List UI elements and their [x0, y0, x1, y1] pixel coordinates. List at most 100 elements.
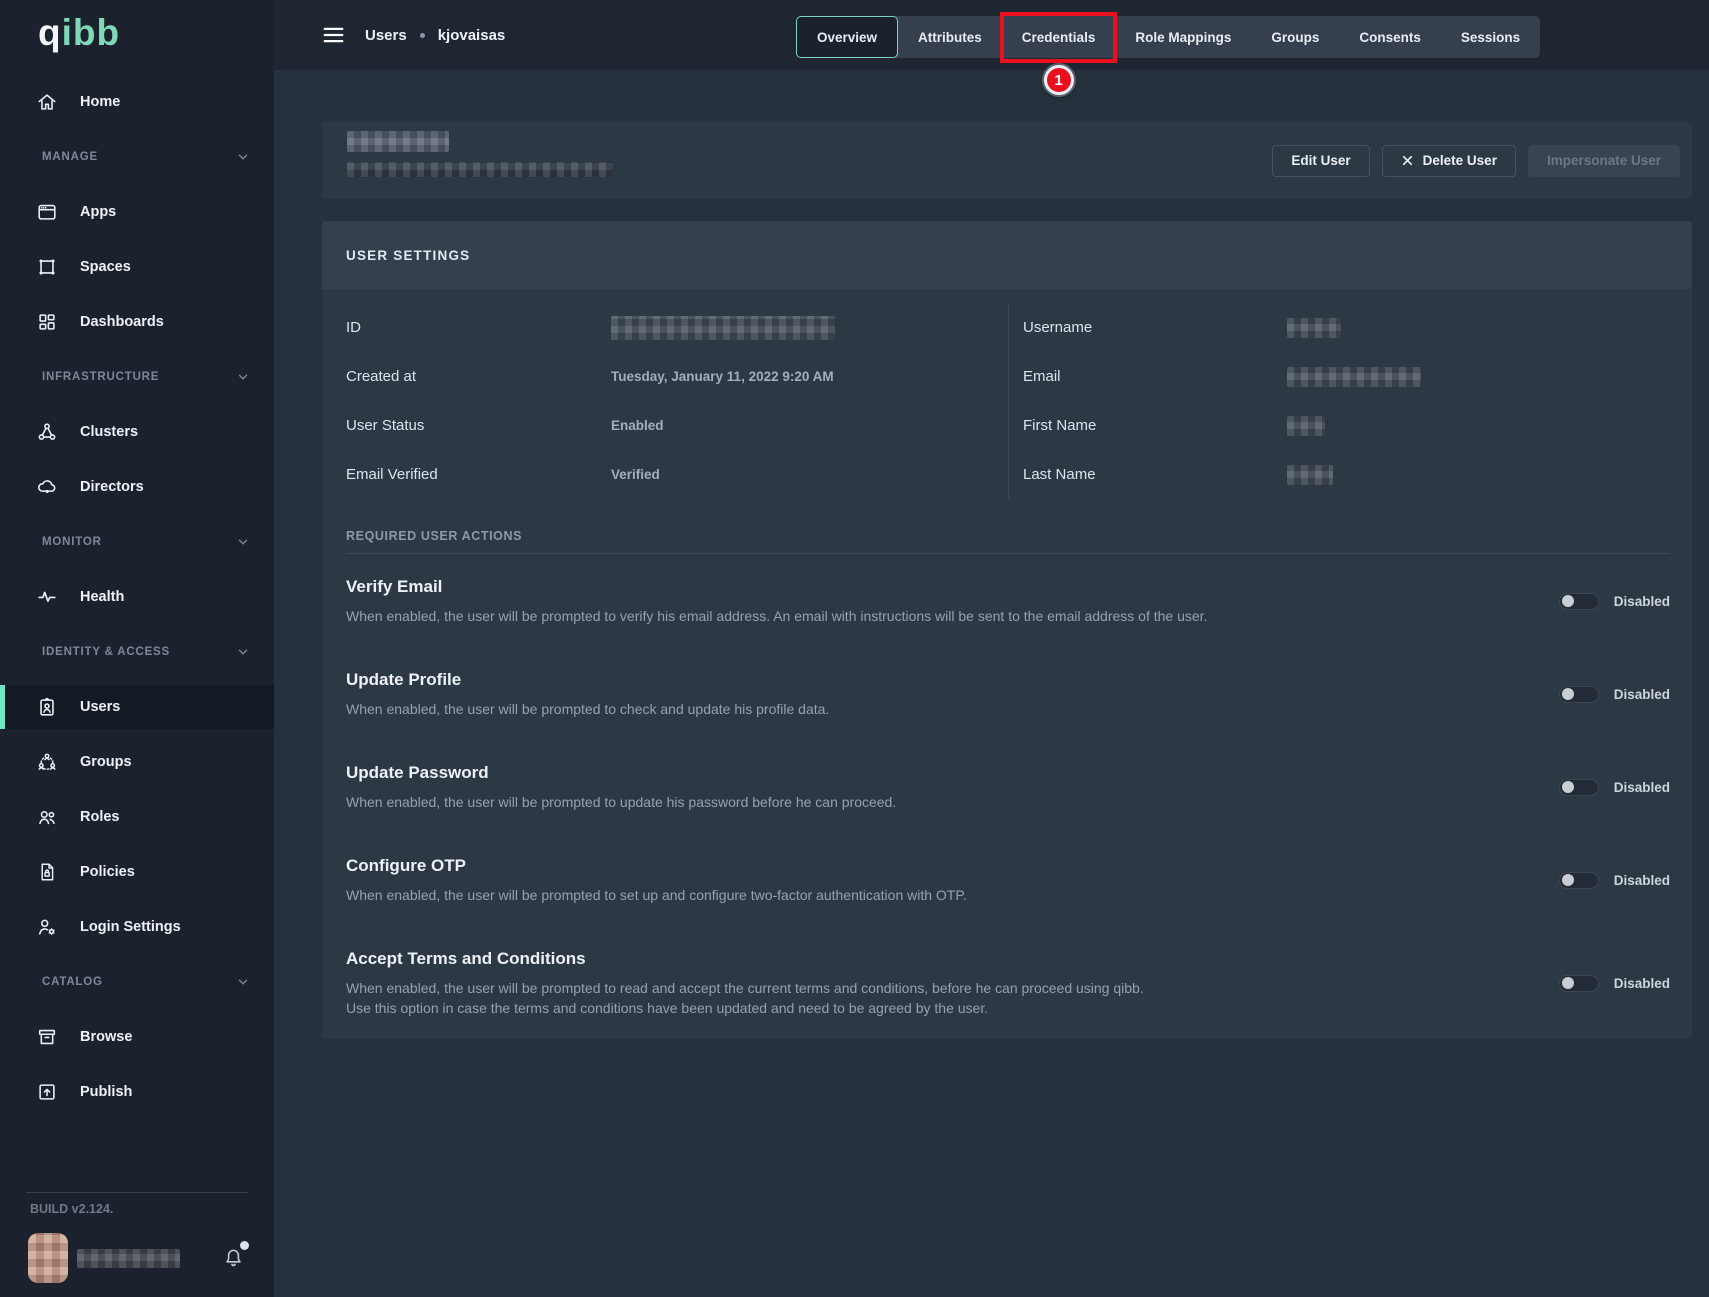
sidebar-section-monitor[interactable]: MONITOR: [0, 520, 274, 564]
roles-icon: [36, 806, 58, 828]
sidebar-item-browse[interactable]: Browse: [0, 1015, 274, 1059]
action-update-password: Update Password When enabled, the user w…: [346, 763, 1670, 811]
field-row-username: Username: [1009, 303, 1692, 352]
avatar[interactable]: [28, 1233, 68, 1283]
tab-groups[interactable]: Groups: [1251, 16, 1339, 58]
sidebar-item-spaces[interactable]: Spaces: [0, 245, 274, 289]
spaces-icon: [36, 256, 58, 278]
sidebar-item-label: Spaces: [80, 259, 131, 275]
sidebar: qibb Home MANAGE Apps Spaces Dashboards …: [0, 0, 274, 1297]
breadcrumb-current: kjovaisas: [438, 27, 506, 44]
verify-email-toggle[interactable]: Disabled: [1559, 593, 1670, 610]
sidebar-section-identity-access[interactable]: IDENTITY & ACCESS: [0, 630, 274, 674]
impersonate-user-button[interactable]: Impersonate User: [1528, 145, 1680, 177]
action-configure-otp: Configure OTP When enabled, the user wil…: [346, 856, 1670, 904]
settings-column-right: Username Email First Name Last Name: [1008, 303, 1692, 499]
field-label: Email Verified: [346, 466, 611, 483]
tab-credentials[interactable]: Credentials 1: [1002, 16, 1116, 58]
menu-hamburger-icon[interactable]: [323, 26, 344, 44]
toggle-state-label: Disabled: [1614, 873, 1670, 888]
tab-consents[interactable]: Consents: [1339, 16, 1441, 58]
field-row-email: Email: [1009, 352, 1692, 401]
field-label: First Name: [1023, 417, 1287, 434]
toggle-switch-off[interactable]: [1559, 593, 1599, 610]
sidebar-item-roles[interactable]: Roles: [0, 795, 274, 839]
action-update-profile: Update Profile When enabled, the user wi…: [346, 670, 1670, 718]
apps-icon: [36, 201, 58, 223]
sidebar-item-label: Policies: [80, 864, 135, 880]
logo-letter-q: q: [38, 12, 62, 53]
panel-header: USER SETTINGS: [322, 221, 1692, 289]
field-value-last-name-redacted: [1287, 465, 1333, 485]
topbar: Users kjovaisas Overview Attributes Cred…: [274, 0, 1709, 70]
tab-sessions[interactable]: Sessions: [1441, 16, 1540, 58]
field-value: Tuesday, January 11, 2022 9:20 AM: [611, 369, 834, 384]
edit-user-button[interactable]: Edit User: [1272, 145, 1369, 177]
tab-label: Overview: [817, 30, 877, 45]
sidebar-item-clusters[interactable]: Clusters: [0, 410, 274, 454]
configure-otp-toggle[interactable]: Disabled: [1559, 872, 1670, 889]
sidebar-item-policies[interactable]: Policies: [0, 850, 274, 894]
toggle-knob: [1562, 874, 1574, 886]
action-title: Configure OTP: [346, 856, 967, 876]
toggle-switch-off[interactable]: [1559, 975, 1599, 992]
button-label: Impersonate User: [1547, 153, 1661, 168]
sidebar-item-publish[interactable]: Publish: [0, 1070, 274, 1114]
chevron-down-icon: [236, 975, 250, 989]
update-profile-toggle[interactable]: Disabled: [1559, 686, 1670, 703]
field-value-username-redacted: [1287, 318, 1341, 338]
accept-terms-toggle[interactable]: Disabled: [1559, 975, 1670, 992]
qibb-logo[interactable]: qibb: [0, 0, 274, 54]
breadcrumb-users-link[interactable]: Users: [365, 27, 407, 44]
toggle-switch-off[interactable]: [1559, 872, 1599, 889]
panel-title: USER SETTINGS: [346, 248, 470, 263]
sidebar-item-directors[interactable]: Directors: [0, 465, 274, 509]
notifications-bell-icon[interactable]: [221, 1245, 246, 1272]
update-password-toggle[interactable]: Disabled: [1559, 779, 1670, 796]
sidebar-item-groups[interactable]: Groups: [0, 740, 274, 784]
sidebar-item-apps[interactable]: Apps: [0, 190, 274, 234]
sidebar-section-infrastructure[interactable]: INFRASTRUCTURE: [0, 355, 274, 399]
sidebar-section-manage[interactable]: MANAGE: [0, 135, 274, 179]
annotation-step-badge: 1: [1044, 65, 1074, 95]
sidebar-item-home[interactable]: Home: [0, 80, 274, 124]
section-label: CATALOG: [42, 976, 103, 988]
section-label: INFRASTRUCTURE: [42, 371, 159, 383]
sidebar-section-catalog[interactable]: CATALOG: [0, 960, 274, 1004]
current-user-chip[interactable]: [28, 1233, 246, 1283]
sidebar-item-health[interactable]: Health: [0, 575, 274, 619]
chevron-down-icon: [236, 370, 250, 384]
current-user-name-redacted: [77, 1249, 180, 1268]
toggle-switch-off[interactable]: [1559, 779, 1599, 796]
user-display-name-redacted: [347, 131, 449, 152]
delete-user-button[interactable]: Delete User: [1382, 145, 1516, 177]
breadcrumb: Users kjovaisas: [365, 0, 505, 70]
tab-label: Attributes: [918, 30, 982, 45]
policies-icon: [36, 861, 58, 883]
sidebar-item-label: Directors: [80, 479, 144, 495]
tab-role-mappings[interactable]: Role Mappings: [1115, 16, 1251, 58]
sidebar-item-dashboards[interactable]: Dashboards: [0, 300, 274, 344]
field-row-id: ID: [322, 303, 1008, 352]
field-value: Verified: [611, 467, 660, 482]
annotation-step-number: 1: [1054, 72, 1062, 89]
sidebar-item-users[interactable]: Users: [0, 685, 274, 729]
field-row-last-name: Last Name: [1009, 450, 1692, 499]
action-text: Accept Terms and Conditions When enabled…: [346, 949, 1144, 1017]
sidebar-item-label: Publish: [80, 1084, 132, 1100]
sidebar-item-label: Clusters: [80, 424, 138, 440]
sidebar-item-login-settings[interactable]: Login Settings: [0, 905, 274, 949]
action-title: Accept Terms and Conditions: [346, 949, 1144, 969]
tab-label: Role Mappings: [1135, 30, 1231, 45]
divider: [346, 553, 1670, 554]
sidebar-item-label: Roles: [80, 809, 120, 825]
action-verify-email: Verify Email When enabled, the user will…: [346, 577, 1670, 625]
tab-attributes[interactable]: Attributes: [898, 16, 1002, 58]
toggle-state-label: Disabled: [1614, 594, 1670, 609]
settings-column-left: ID Created at Tuesday, January 11, 2022 …: [322, 303, 1008, 499]
sidebar-item-label: Health: [80, 589, 124, 605]
tab-overview[interactable]: Overview: [796, 16, 898, 58]
users-icon: [36, 696, 58, 718]
login-settings-icon: [36, 916, 58, 938]
toggle-switch-off[interactable]: [1559, 686, 1599, 703]
